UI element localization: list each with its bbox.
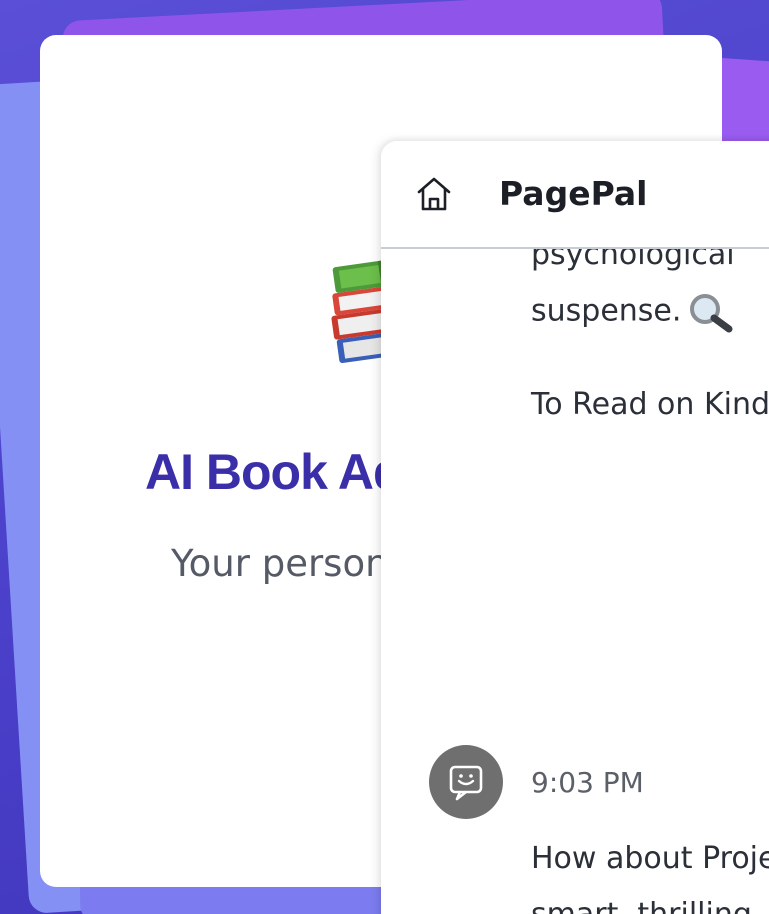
chat-panel: PagePal psychological suspense. To Read … — [381, 141, 769, 914]
home-icon[interactable] — [413, 173, 455, 215]
chat-bot-icon — [449, 765, 483, 801]
magnifying-glass-icon — [690, 294, 733, 333]
chat-title: PagePal — [499, 174, 648, 213]
message-list[interactable]: psychological suspense. To Read on Kindl… — [381, 249, 769, 914]
message-text: How about Project Hail Mary — [531, 841, 769, 876]
chat-header: PagePal — [381, 141, 769, 249]
message-text-fragment: suspense. — [531, 293, 682, 329]
message-text: To Read on Kindle — [531, 387, 769, 422]
bot-avatar — [429, 745, 503, 819]
message-text: smart, thrilling — [531, 897, 752, 914]
message-text: suspense. — [531, 291, 735, 333]
message-text: psychological — [531, 249, 735, 272]
message-timestamp: 9:03 PM — [531, 766, 644, 799]
